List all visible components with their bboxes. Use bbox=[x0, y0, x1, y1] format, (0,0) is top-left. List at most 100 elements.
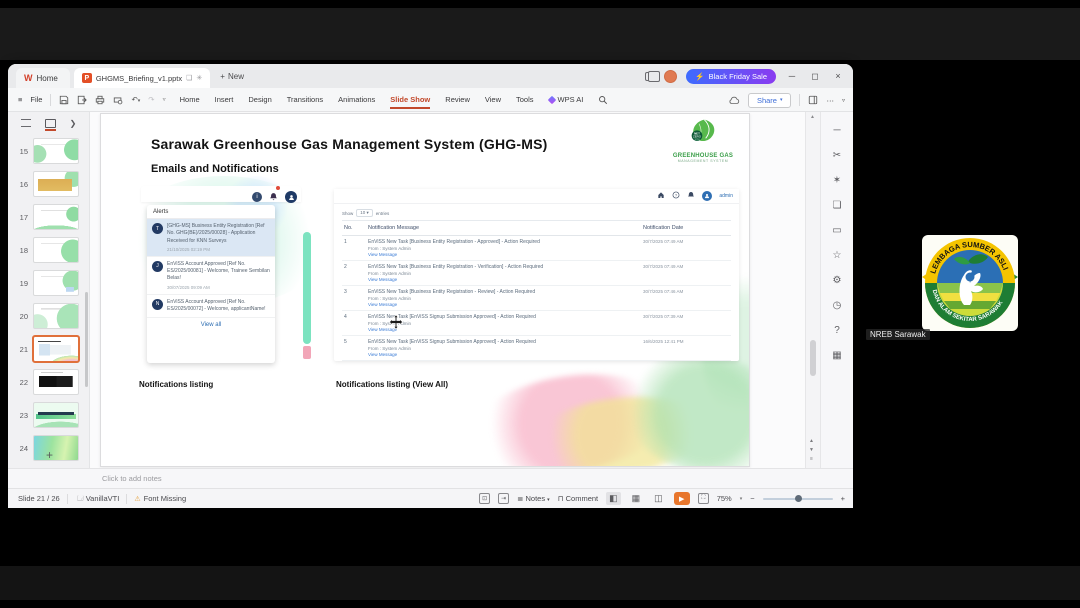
more-options-icon[interactable]: ⋯ bbox=[826, 96, 834, 105]
slide-thumbnail[interactable] bbox=[32, 335, 80, 363]
objects-icon[interactable]: ❏ bbox=[831, 199, 843, 211]
print-preview-icon[interactable] bbox=[113, 95, 123, 105]
admin-avatar-icon[interactable] bbox=[702, 191, 713, 201]
help-icon[interactable]: ? bbox=[831, 324, 843, 336]
notes-pane[interactable]: Click to add notes bbox=[8, 468, 853, 488]
thumbnail-scrollbar[interactable] bbox=[85, 292, 88, 387]
next-slide-button[interactable]: ▼ bbox=[809, 447, 814, 453]
comment-pane-icon[interactable]: ▭ bbox=[831, 224, 843, 236]
slide-view-icon[interactable] bbox=[44, 118, 56, 131]
alert-item[interactable]: N EnViSS Account Approved [Ref No. ES/20… bbox=[147, 295, 275, 318]
table-row[interactable]: 5 EnViSS New Task [EnViSS Signup Submiss… bbox=[342, 336, 731, 361]
slide-thumbnail[interactable] bbox=[33, 435, 79, 461]
minimize-button[interactable]: ─ bbox=[785, 71, 799, 81]
history-icon[interactable]: ◷ bbox=[831, 299, 843, 311]
table-row[interactable]: 3 EnViSS New Task [Business Entity Regis… bbox=[342, 286, 731, 311]
slide-thumbnail-row[interactable]: 23 bbox=[14, 402, 79, 428]
search-icon[interactable] bbox=[598, 95, 608, 105]
collapse-panel-icon[interactable]: ❯ bbox=[70, 119, 77, 128]
settings-icon[interactable]: ⚙ bbox=[831, 274, 843, 286]
zoom-out-button[interactable]: − bbox=[750, 494, 754, 503]
normal-view-button[interactable]: ◧ bbox=[606, 492, 621, 505]
zoom-chevron-icon[interactable]: ▾ bbox=[740, 496, 743, 502]
previous-slide-button[interactable]: ▲ bbox=[809, 438, 814, 444]
zoom-slider[interactable] bbox=[762, 495, 833, 502]
menu-item[interactable]: Slide Show bbox=[390, 93, 431, 109]
menu-item[interactable]: Design bbox=[248, 93, 271, 106]
redo-button[interactable]: ↷ bbox=[148, 95, 154, 104]
slide-thumbnail-row[interactable]: 17 bbox=[14, 204, 79, 230]
scrollbar-thumb[interactable] bbox=[810, 340, 816, 376]
task-pane-icon[interactable] bbox=[808, 95, 818, 105]
slide-thumbnail[interactable] bbox=[33, 237, 79, 263]
theme-name[interactable]: VanillaVTI bbox=[86, 494, 120, 503]
animation-icon[interactable]: ✶ bbox=[831, 174, 843, 186]
view-message-link[interactable]: View Message bbox=[368, 302, 637, 307]
menu-item[interactable]: Tools bbox=[516, 93, 534, 106]
collapse-ribbon-icon[interactable]: ▿ bbox=[842, 97, 845, 104]
font-missing-label[interactable]: Font Missing bbox=[144, 494, 187, 503]
slide-thumbnail-row[interactable]: 22 bbox=[14, 369, 79, 395]
home-icon[interactable] bbox=[657, 191, 665, 201]
menu-item[interactable]: Home bbox=[180, 93, 200, 106]
zoom-slider-handle[interactable] bbox=[794, 495, 802, 502]
close-button[interactable]: × bbox=[831, 71, 845, 81]
slide-thumbnail[interactable] bbox=[33, 270, 79, 296]
view-message-link[interactable]: View Message bbox=[368, 327, 637, 332]
zoom-in-button[interactable]: + bbox=[841, 494, 845, 503]
spellcheck-icon[interactable]: ⊡ bbox=[479, 493, 491, 504]
slide-thumbnail-row[interactable]: 21 bbox=[14, 335, 80, 363]
export-icon[interactable] bbox=[77, 95, 88, 105]
menu-item[interactable]: Insert bbox=[215, 93, 234, 106]
zoom-level[interactable]: 75% bbox=[717, 494, 732, 503]
user-avatar-icon[interactable] bbox=[285, 191, 297, 203]
menu-item[interactable]: View bbox=[485, 93, 501, 106]
slideshow-play-button[interactable]: ▶ bbox=[673, 492, 690, 505]
print-icon[interactable] bbox=[95, 95, 105, 105]
tab-layout-icon[interactable] bbox=[645, 70, 661, 82]
table-row[interactable]: 2 EnViSS New Task [Business Entity Regis… bbox=[342, 261, 731, 286]
view-message-link[interactable]: View Message bbox=[368, 277, 637, 282]
menu-item[interactable]: Review bbox=[445, 93, 470, 106]
page-size-select[interactable]: 10 ▾ bbox=[356, 209, 373, 217]
slide-sorter-view-button[interactable]: ▦ bbox=[629, 492, 644, 505]
design-tools-icon[interactable]: ✂ bbox=[831, 149, 843, 161]
slide-thumbnail-row[interactable]: 19 bbox=[14, 270, 79, 296]
view-message-link[interactable]: View Message bbox=[368, 352, 637, 357]
slide-thumbnail[interactable] bbox=[33, 138, 79, 164]
alert-item[interactable]: T [GHG-MS] Business Entity Registration … bbox=[147, 219, 275, 257]
view-all-link[interactable]: View all bbox=[147, 318, 275, 332]
new-tab-button[interactable]: + New bbox=[220, 72, 244, 81]
menu-item[interactable]: Animations bbox=[338, 93, 375, 106]
file-menu[interactable]: File bbox=[30, 95, 42, 104]
slide-thumbnail-row[interactable]: 16 bbox=[14, 171, 79, 197]
alert-item[interactable]: J EnViSS Account Approved [Ref No. ES/20… bbox=[147, 257, 275, 295]
outline-view-icon[interactable] bbox=[20, 119, 31, 127]
bell-icon[interactable] bbox=[687, 191, 695, 201]
wps-ai-button[interactable]: WPS AI bbox=[547, 95, 583, 104]
slide-nav-menu-icon[interactable]: ≡ bbox=[809, 456, 814, 462]
notes-toggle[interactable]: ≣ Notes ▾ bbox=[517, 494, 550, 503]
share-button[interactable]: Share ▾ bbox=[747, 92, 792, 108]
handout-icon[interactable]: ⇥ bbox=[498, 493, 510, 504]
table-row[interactable]: 1 EnViSS New Task [Business Entity Regis… bbox=[342, 236, 731, 261]
canvas-scrollbar[interactable]: ▲ ▲ ▼ ≡ bbox=[805, 112, 820, 468]
slide-thumbnail[interactable] bbox=[33, 369, 79, 395]
reading-view-button[interactable]: ◫ bbox=[651, 492, 666, 505]
account-avatar[interactable] bbox=[664, 69, 678, 83]
undo-button[interactable]: ↶▾ bbox=[131, 95, 140, 104]
bell-icon[interactable] bbox=[269, 186, 280, 206]
add-slide-button[interactable]: + bbox=[46, 448, 53, 462]
hamburger-menu-icon[interactable]: ≡ bbox=[18, 95, 22, 104]
promo-button[interactable]: ⚡ Black Friday Sale bbox=[686, 68, 776, 84]
collapse-pane-icon[interactable]: ─ bbox=[831, 124, 843, 136]
toolbar-expand-icon[interactable]: ▿ bbox=[163, 96, 166, 103]
slide-thumbnail-row[interactable]: 15 bbox=[14, 138, 79, 164]
comment-button[interactable]: ⊓ Comment bbox=[558, 494, 598, 503]
slide-thumbnail[interactable] bbox=[33, 204, 79, 230]
apps-grid-icon[interactable]: ▦ bbox=[831, 349, 843, 361]
slide-thumbnail-row[interactable]: 20 bbox=[14, 303, 79, 329]
menu-item[interactable]: Transitions bbox=[287, 93, 323, 106]
favorites-icon[interactable]: ☆ bbox=[831, 249, 843, 261]
slide[interactable]: Sarawak Greenhouse Gas Management System… bbox=[100, 113, 750, 467]
